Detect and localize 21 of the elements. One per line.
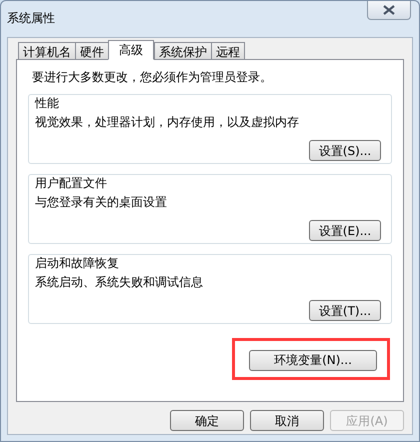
tab[interactable]: 系统保护 [154, 42, 212, 59]
group-title: 用户配置文件 [35, 176, 107, 190]
window-title: 系统属性 [7, 10, 55, 27]
tab[interactable]: 高级 [108, 40, 154, 60]
tab[interactable]: 硬件 [75, 42, 109, 59]
close-button[interactable] [367, 1, 411, 20]
tab[interactable]: 计算机名 [18, 42, 76, 59]
dialog-button[interactable]: 取消 [250, 410, 324, 431]
group-description: 与您登录有关的桌面设置 [35, 195, 167, 209]
admin-note: 要进行大多数更改，您必须作为管理员登录。 [32, 70, 273, 84]
group-description: 视觉效果，处理器计划，内存使用，以及虚拟内存 [35, 115, 299, 129]
group-description: 系统启动、系统失败和调试信息 [35, 275, 203, 289]
tab[interactable]: 远程 [211, 42, 245, 59]
settings-button[interactable]: 设置(T)... [309, 300, 381, 321]
group-title: 启动和故障恢复 [35, 256, 119, 270]
close-icon [383, 5, 395, 15]
settings-button[interactable]: 设置(S)... [309, 140, 381, 161]
dialog-button[interactable]: 确定 [170, 410, 244, 431]
group-title: 性能 [35, 96, 59, 110]
environment-variables-button[interactable]: 环境变量(N)... [249, 350, 377, 370]
settings-button[interactable]: 设置(E)... [309, 220, 381, 241]
